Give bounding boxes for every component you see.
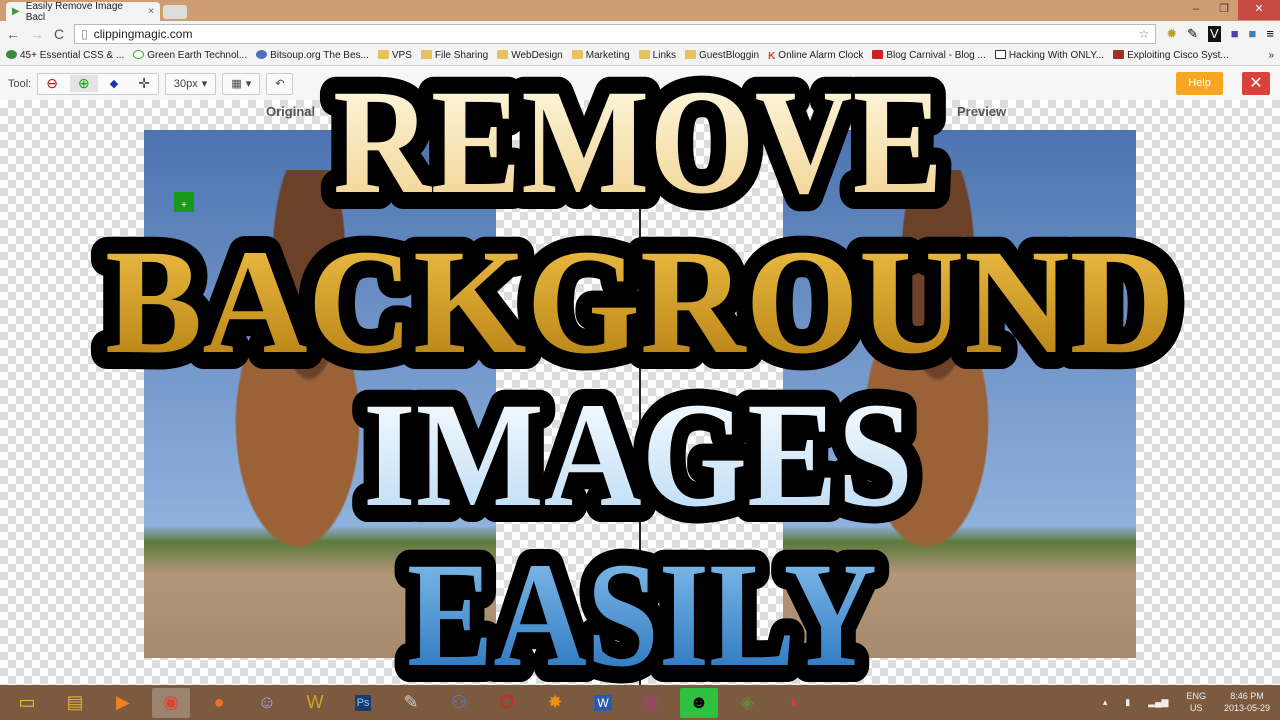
bookmark-folder[interactable]: Links [638, 50, 676, 61]
clock[interactable]: 8:46 PM 2013-05-29 [1224, 690, 1270, 714]
play-icon: ▶ [12, 6, 20, 17]
address-bar-row: ← → C ▯ clippingmagic.com ☆ ✹ ✎ V ■ ■ ≡ [0, 21, 1280, 46]
network-icon[interactable]: ⚇ [440, 688, 478, 718]
background-swatch-icon: ▦ [231, 78, 242, 90]
minimize-button[interactable]: – [1182, 0, 1210, 20]
url-input[interactable]: ▯ clippingmagic.com ☆ [74, 23, 1157, 44]
avast-icon[interactable]: ✸ [536, 688, 574, 718]
undo-icon: ↶ [275, 78, 285, 90]
undo-button[interactable]: ↶ [266, 72, 294, 95]
new-tab-button[interactable] [163, 5, 187, 19]
page-icon: ▯ [81, 26, 88, 41]
help-button[interactable]: Help [1176, 72, 1223, 95]
bookmark-folder[interactable]: Marketing [571, 50, 630, 61]
tab-close-icon[interactable]: × [148, 6, 154, 17]
dog-image [823, 170, 1053, 630]
editor-toolbar: Tool: ⊖ ⊕ ◆ ✛ 30px ▾ ▦ ▾ ↶ [0, 67, 1280, 100]
url-text: clippingmagic.com [93, 26, 193, 41]
file-explorer-icon[interactable]: ▭ [8, 688, 46, 718]
ghostery-icon[interactable]: ☻ [680, 687, 718, 718]
title-bar: ▶ Easily Remove Image Bacl × – ❐ ✕ [0, 0, 1280, 23]
close-editor-button[interactable]: ✕ [1242, 72, 1270, 95]
bookmark-folder[interactable]: VPS [377, 50, 412, 61]
world-of-warcraft-icon[interactable]: W [296, 688, 334, 718]
media-player-icon[interactable]: ▶ [104, 688, 142, 718]
bookmark[interactable]: Hacking With ONLY... [994, 50, 1104, 61]
edge-tool-icon[interactable]: ◆ [102, 77, 126, 90]
battery-icon[interactable]: ▮ [1125, 697, 1130, 708]
extension-v-icon[interactable]: V [1208, 25, 1221, 42]
preview-label: Preview [957, 104, 1007, 119]
remove-tool-icon[interactable]: ⊖ [38, 75, 66, 92]
original-label: Original [266, 104, 316, 119]
panel-divider[interactable] [639, 130, 641, 690]
bookmark[interactable]: Blog Carnival - Blog ... [872, 50, 986, 61]
brush-size-dropdown[interactable]: 30px ▾ [164, 72, 217, 95]
bookmarks-bar: 45+ Essential CSS & ... Green Earth Tech… [0, 46, 1280, 66]
opera-icon[interactable]: O [488, 688, 526, 718]
signal-icon[interactable]: ▂▄▆ [1148, 697, 1168, 708]
more-bookmarks[interactable]: » [1268, 50, 1274, 61]
chrome-icon[interactable]: ◉ [152, 687, 190, 718]
show-hidden-icons[interactable]: ▴ [1103, 697, 1108, 708]
bookmark[interactable]: K Online Alarm Clock [768, 50, 863, 62]
keep-tool-icon[interactable]: ⊕ [69, 75, 98, 92]
original-image[interactable]: + [144, 130, 496, 658]
bookmark-folder[interactable]: File Sharing [420, 50, 488, 61]
eyedropper-icon[interactable]: ✎ [1187, 26, 1198, 42]
extension-gear-icon[interactable]: ✹ [1166, 26, 1177, 42]
dog-image [194, 170, 424, 630]
reload-icon[interactable]: C [54, 26, 64, 42]
bookmark[interactable]: Bitsoup.org The Bes... [256, 50, 369, 61]
word-icon[interactable]: W [584, 688, 622, 718]
extension-chart-icon[interactable]: ■ [1249, 26, 1257, 42]
taskbar: ▭ ▤ ▶ ◉ ● ☺ W Ps ✎ ⚇ O ✸ W ▥ ☻ ◈ ◐ [0, 685, 1280, 720]
bookmark-folder[interactable]: WebDesign [497, 50, 563, 61]
star-icon[interactable]: ☆ [1138, 27, 1149, 41]
extension-purple-icon[interactable]: ■ [1231, 26, 1239, 42]
bookmark[interactable]: Green Earth Technol... [133, 50, 247, 61]
paint-icon[interactable]: ◐ [776, 688, 814, 718]
pan-tool-icon[interactable]: ✛ [130, 75, 158, 92]
bookmark[interactable]: 45+ Essential CSS & ... [6, 50, 124, 61]
browser-tab[interactable]: ▶ Easily Remove Image Bacl × [6, 0, 160, 23]
language-indicator[interactable]: ENG US [1186, 690, 1206, 714]
restore-button[interactable]: ❐ [1210, 0, 1238, 20]
firefox-icon[interactable]: ● [200, 688, 238, 718]
system-tray: ▴ ▮ ▂▄▆ ENG US 8:46 PM 2013-05-29 [1103, 690, 1270, 714]
forward-icon[interactable]: → [30, 26, 44, 42]
keep-marker-icon: + [174, 192, 194, 212]
pencil-icon[interactable]: ✎ [392, 688, 430, 718]
game-icon[interactable]: ◈ [728, 688, 766, 718]
caret-down-icon: ▾ [201, 78, 208, 90]
winrar-icon[interactable]: ▥ [632, 688, 670, 718]
caret-down-icon: ▾ [245, 78, 252, 90]
editor-canvas[interactable]: Original Preview + [0, 100, 1280, 690]
back-icon[interactable]: ← [6, 26, 20, 42]
tool-label: Tool: [8, 77, 32, 90]
libraries-icon[interactable]: ▤ [56, 688, 94, 718]
tab-title: Easily Remove Image Bacl [25, 0, 123, 23]
bookmark-folder[interactable]: GuestBloggin [685, 50, 759, 61]
window-close-button[interactable]: ✕ [1238, 0, 1280, 20]
background-dropdown[interactable]: ▦ ▾ [222, 72, 261, 95]
bookmark[interactable]: Exploiting Cisco Syst... [1113, 50, 1229, 61]
photoshop-icon[interactable]: Ps [344, 688, 382, 718]
preview-image [783, 130, 1136, 658]
tool-group: ⊖ ⊕ ◆ ✛ [37, 72, 159, 95]
pidgin-icon[interactable]: ☺ [248, 688, 286, 718]
menu-icon[interactable]: ≡ [1266, 26, 1274, 42]
